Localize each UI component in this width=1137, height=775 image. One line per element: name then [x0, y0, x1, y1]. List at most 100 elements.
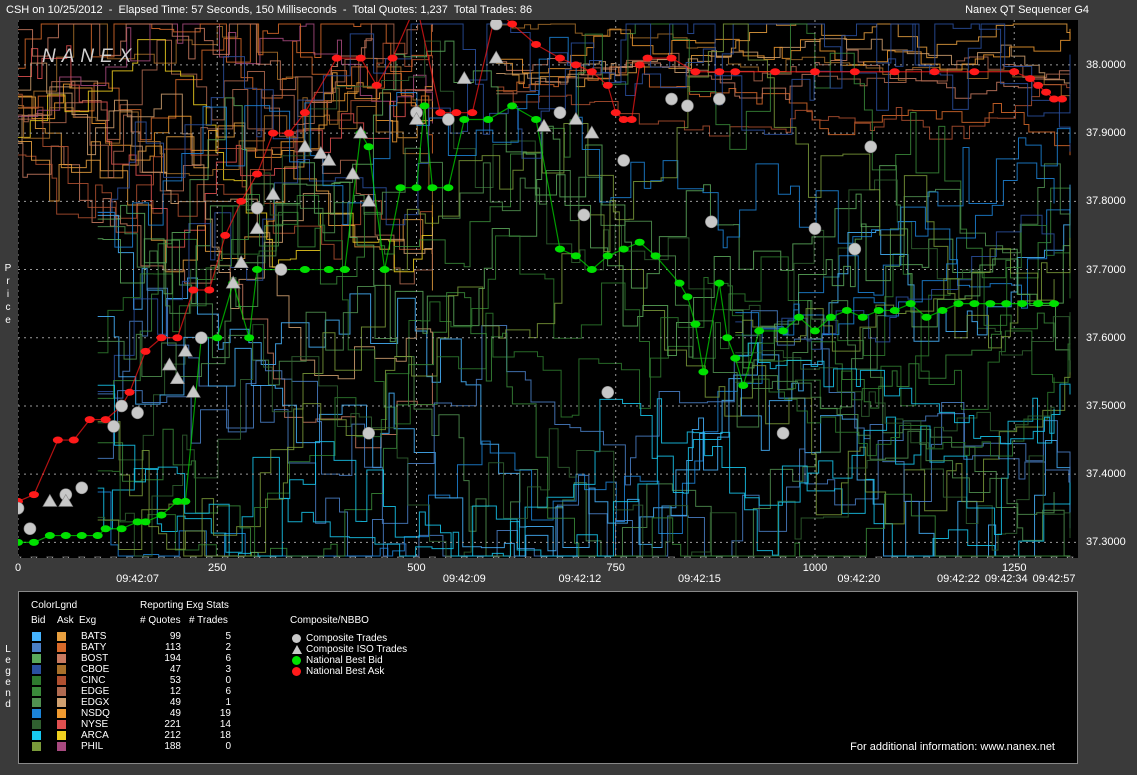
national-best-ask-point	[690, 68, 701, 76]
composite-trade-point	[442, 113, 455, 126]
exchange-name: BATY	[81, 642, 107, 653]
national-best-ask-point	[331, 54, 342, 62]
national-best-bid-point	[363, 143, 374, 151]
national-best-bid-point	[809, 327, 820, 335]
composite-trade-point	[274, 263, 288, 276]
composite-trade-point	[75, 481, 89, 495]
circle-icon	[292, 667, 301, 676]
national-best-bid-point	[634, 238, 645, 246]
national-best-ask-point	[84, 416, 95, 424]
national-best-bid-point	[323, 266, 334, 274]
national-best-bid-point	[682, 293, 693, 301]
national-best-ask-point	[507, 20, 518, 28]
national-best-bid-point	[379, 266, 390, 274]
national-best-ask-point	[554, 54, 565, 62]
exchange-trade-count: 6	[225, 653, 231, 664]
exchange-quote-trace	[18, 154, 433, 260]
bid-color-swatch	[32, 709, 41, 718]
national-best-bid-point	[905, 300, 916, 308]
exchange-quote-trace	[97, 147, 1071, 428]
exchange-trade-count: 0	[225, 675, 231, 686]
ask-color-swatch	[57, 720, 66, 729]
national-best-bid-point	[841, 306, 852, 314]
national-best-bid-point	[953, 300, 964, 308]
national-best-bid-point	[778, 327, 789, 335]
composite-iso-trade-point	[42, 493, 58, 507]
exchange-quote-count: 49	[169, 697, 181, 708]
national-best-ask-point	[156, 334, 167, 342]
x-tick-label-numeric: 0	[14, 562, 22, 574]
national-best-bid-point	[60, 532, 71, 540]
composite-trade-point	[362, 426, 375, 440]
ask-color-swatch	[57, 731, 66, 740]
composite-trade-point	[681, 99, 694, 113]
composite-legend-label: National Best Bid	[306, 655, 383, 666]
x-axis: 0 250 500 750 1000 1250 09:42:07 09:42:09 09:42:…	[0, 558, 1137, 590]
national-best-bid-point	[554, 245, 565, 253]
exchange-quote-trace	[97, 195, 1071, 425]
composite-iso-trade-point	[488, 50, 504, 64]
x-tick-label-numeric: 1000	[802, 562, 828, 574]
ask-color-swatch	[57, 632, 66, 641]
national-best-ask-point	[1041, 88, 1052, 96]
legend-title-letter: n	[5, 688, 11, 699]
x-tick-label-time: 09:42:09	[442, 573, 486, 585]
national-best-bid-point	[674, 279, 685, 287]
legend-panel: ColorLgnd Reporting Exg Stats Composite/…	[18, 591, 1078, 764]
composite-legend-label: Composite Trades	[306, 633, 388, 644]
national-best-bid-point	[738, 381, 749, 389]
exchange-quote-count: 53	[169, 675, 181, 686]
exchange-quote-count: 188	[164, 741, 181, 752]
national-best-bid-point	[427, 184, 438, 192]
national-best-bid-point	[531, 115, 542, 123]
exchange-quote-count: 212	[164, 730, 181, 741]
chart-title: CSH on 10/25/2012 - Elapsed Time: 57 Sec…	[6, 4, 533, 16]
color-legend-label: ColorLgnd	[31, 600, 78, 611]
y-axis-title-letter: P	[4, 263, 12, 274]
y-tick-label: 38.0000	[1086, 58, 1126, 71]
national-best-bid-point	[212, 334, 223, 342]
composite-legend-label: National Best Ask	[306, 666, 385, 677]
y-tick-label: 37.8000	[1086, 195, 1126, 208]
plot-area: NANEX	[18, 20, 1078, 558]
x-tick-label-time: 09:42:12	[558, 573, 602, 585]
national-best-ask-point	[1025, 75, 1036, 83]
national-best-ask-point	[355, 54, 366, 62]
ask-color-swatch	[57, 665, 66, 674]
bid-color-swatch	[32, 665, 41, 674]
reporting-stats-label: Reporting Exg Stats	[140, 600, 229, 611]
national-best-bid-point	[570, 252, 581, 260]
national-best-bid-point	[116, 525, 127, 533]
national-best-ask-point	[204, 286, 215, 294]
exchange-trade-count: 2	[225, 642, 231, 653]
national-best-bid-point	[483, 115, 494, 123]
national-best-bid-point	[252, 266, 263, 274]
x-tick-label-time: 09:42:34	[984, 573, 1028, 585]
composite-trade-point	[131, 406, 144, 420]
national-best-bid-point	[857, 313, 868, 321]
national-best-bid-point	[244, 334, 255, 342]
national-best-bid-point	[507, 102, 518, 110]
bid-color-swatch	[32, 742, 41, 751]
composite-iso-trade-point	[353, 125, 369, 139]
national-best-bid-point	[698, 368, 709, 376]
national-best-bid-point	[889, 306, 900, 314]
national-best-bid-point	[921, 313, 932, 321]
national-best-bid-point	[299, 266, 310, 274]
ask-color-swatch	[57, 654, 66, 663]
exchange-name: EDGX	[81, 697, 110, 708]
y-tick-label: 37.4000	[1086, 468, 1126, 481]
national-best-ask-point	[586, 68, 597, 76]
composite-iso-trade-point	[249, 221, 265, 234]
composite-iso-trade-point	[345, 166, 361, 180]
composite-iso-trade-point	[233, 255, 249, 269]
exchange-trade-count: 3	[225, 664, 231, 675]
national-best-bid-point	[459, 115, 470, 123]
y-axis-title-letter: c	[5, 302, 11, 313]
national-best-ask-point	[809, 68, 820, 76]
national-best-ask-point	[969, 68, 980, 76]
y-tick-label: 37.9000	[1086, 127, 1126, 140]
national-best-ask-point	[124, 388, 135, 396]
x-tick-label-numeric: 250	[208, 562, 227, 574]
y-tick-label: 37.3000	[1086, 536, 1126, 549]
